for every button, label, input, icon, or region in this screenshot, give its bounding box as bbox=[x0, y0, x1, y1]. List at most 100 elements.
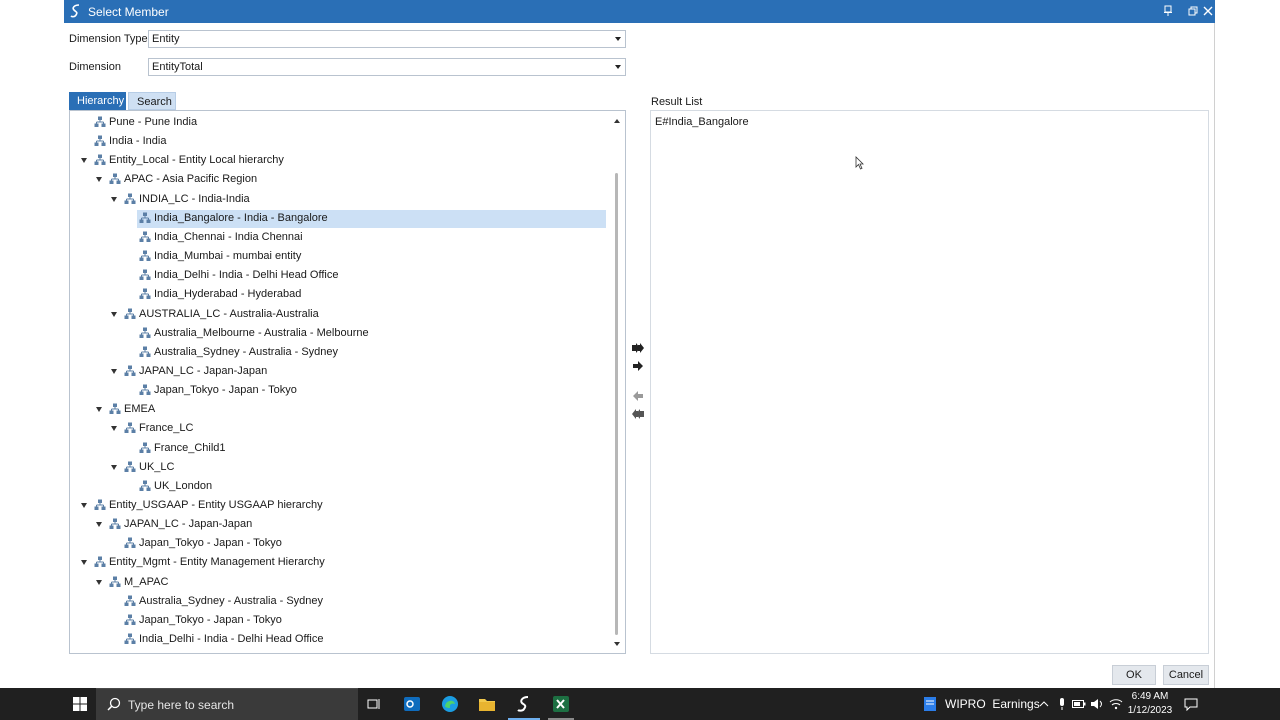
tree-node-label: India_Delhi - India - Delhi Head Office bbox=[139, 633, 324, 646]
tree-node-label: Japan_Tokyo - Japan - Tokyo bbox=[139, 537, 282, 550]
remove-all-button[interactable] bbox=[630, 407, 646, 421]
add-selected-button[interactable] bbox=[630, 359, 646, 373]
hierarchy-node-icon bbox=[139, 231, 151, 243]
expand-toggle-icon[interactable] bbox=[96, 177, 102, 183]
hierarchy-node-icon bbox=[94, 135, 106, 147]
title-bar: Select Member bbox=[64, 0, 1215, 23]
outlook-icon[interactable] bbox=[402, 694, 422, 714]
tree-node[interactable]: Australia_Sydney - Australia - Sydney bbox=[70, 344, 610, 362]
hierarchy-node-icon bbox=[94, 116, 106, 128]
hierarchy-node-icon bbox=[109, 518, 121, 530]
excel-icon[interactable] bbox=[551, 694, 571, 714]
expand-toggle-icon[interactable] bbox=[111, 368, 117, 374]
tree-node[interactable]: India_Delhi - India - Delhi Head Office bbox=[70, 267, 610, 285]
member-tree[interactable]: India_Delhi - India - Delhi Head Office J… bbox=[69, 110, 626, 654]
tree-node[interactable]: Australia_Sydney - Australia - Sydney bbox=[70, 593, 610, 611]
tree-node[interactable]: JAPAN_LC - Japan-Japan bbox=[70, 516, 610, 534]
tree-node[interactable]: JAPAN_LC - Japan-Japan bbox=[70, 363, 610, 381]
tree-node[interactable]: M_APAC bbox=[70, 574, 610, 592]
expand-toggle-icon[interactable] bbox=[81, 158, 87, 164]
tree-node[interactable]: AUSTRALIA_LC - Australia-Australia bbox=[70, 306, 610, 324]
tree-node[interactable]: India - India bbox=[70, 133, 610, 151]
expand-toggle-icon[interactable] bbox=[96, 407, 102, 413]
tree-node[interactable]: Entity_Mgmt - Entity Management Hierarch… bbox=[70, 554, 610, 572]
tree-node[interactable]: India_Mumbai - mumbai entity bbox=[70, 248, 610, 266]
expand-toggle-icon[interactable] bbox=[96, 522, 102, 528]
scroll-thumb[interactable] bbox=[615, 173, 618, 635]
tree-node[interactable]: Japan_Tokyo - Japan - Tokyo bbox=[70, 612, 610, 630]
tree-node[interactable]: Australia_Melbourne - Australia - Melbou… bbox=[70, 325, 610, 343]
tree-node[interactable]: Pune - Pune India bbox=[70, 114, 610, 132]
hierarchy-node-icon bbox=[139, 250, 151, 262]
clock-date: 1/12/2023 bbox=[1127, 705, 1173, 716]
tree-node[interactable]: APAC - Asia Pacific Region bbox=[70, 171, 610, 189]
hierarchy-node-icon bbox=[109, 173, 121, 185]
hierarchy-node-icon bbox=[124, 365, 136, 377]
tree-node-label: AUSTRALIA_LC - Australia-Australia bbox=[139, 307, 319, 320]
tree-node[interactable]: France_LC bbox=[70, 420, 610, 438]
tree-node[interactable]: Entity_USGAAP - Entity USGAAP hierarchy bbox=[70, 497, 610, 515]
expand-toggle-icon[interactable] bbox=[111, 311, 117, 317]
tree-node-label: India_Chennai - India Chennai bbox=[154, 230, 303, 243]
volume-icon[interactable] bbox=[1087, 694, 1107, 714]
restore-icon[interactable] bbox=[1185, 3, 1201, 19]
cancel-button[interactable]: Cancel bbox=[1163, 665, 1209, 685]
tree-node[interactable]: Entity_Local - Entity Local hierarchy bbox=[70, 152, 610, 170]
tree-node[interactable]: India_Delhi - India - Delhi Head Office bbox=[70, 631, 610, 649]
taskbar: Type here to search WIPRO Earnings 6:49 … bbox=[0, 688, 1280, 720]
tree-node[interactable]: India_Bangalore - India - Bangalore bbox=[70, 209, 610, 228]
expand-toggle-icon[interactable] bbox=[81, 560, 87, 566]
close-icon[interactable] bbox=[1200, 3, 1216, 19]
scroll-up-icon[interactable] bbox=[614, 119, 620, 123]
dimension-select[interactable]: EntityTotal bbox=[148, 58, 626, 76]
tree-node-label: APAC - Asia Pacific Region bbox=[124, 173, 258, 186]
tree-node[interactable]: India_Hyderabad - Hyderabad bbox=[70, 286, 610, 304]
edge-icon[interactable] bbox=[440, 694, 460, 714]
taskbar-search-input[interactable]: Type here to search bbox=[96, 688, 358, 720]
dimension-label: Dimension bbox=[69, 61, 121, 73]
tree-node[interactable]: INDIA_LC - India-India bbox=[70, 191, 610, 209]
file-explorer-icon[interactable] bbox=[477, 694, 497, 714]
expand-toggle-icon[interactable] bbox=[96, 579, 102, 585]
tree-node[interactable]: UK_LC bbox=[70, 459, 610, 477]
tree-node[interactable]: India_Chennai - India Chennai bbox=[70, 229, 610, 247]
onestream-app-icon[interactable] bbox=[514, 694, 534, 714]
tree-node[interactable]: Japan_Tokyo - Japan - Tokyo bbox=[70, 535, 610, 553]
pin-icon[interactable] bbox=[1160, 3, 1176, 19]
tree-node[interactable]: EMEA bbox=[70, 401, 610, 419]
tree-node[interactable]: Japan_Tokyo - Japan - Tokyo bbox=[70, 382, 610, 400]
notification-icon[interactable] bbox=[1181, 694, 1201, 714]
windows-start-icon[interactable] bbox=[70, 694, 90, 714]
tree-node[interactable]: UK_London bbox=[70, 478, 610, 496]
scroll-down-icon[interactable] bbox=[614, 642, 620, 646]
tree-node-label: Pune - Pune India bbox=[109, 116, 198, 128]
add-all-button[interactable] bbox=[630, 341, 646, 355]
hierarchy-node-icon bbox=[109, 576, 121, 588]
tree-node-label: INDIA_LC - India-India bbox=[139, 192, 250, 205]
ok-button[interactable]: OK bbox=[1112, 665, 1156, 685]
expand-toggle-icon[interactable] bbox=[81, 503, 87, 508]
chevron-up-icon[interactable] bbox=[1034, 694, 1054, 714]
tree-node[interactable]: France_Child1 bbox=[70, 440, 610, 458]
dimension-value: EntityTotal bbox=[152, 61, 203, 73]
news-ticker[interactable]: WIPRO Earnings bbox=[945, 697, 1040, 711]
battery-icon[interactable] bbox=[1069, 694, 1089, 714]
result-list-label: Result List bbox=[651, 96, 703, 108]
expand-toggle-icon[interactable] bbox=[111, 464, 117, 470]
dimension-type-select[interactable]: Entity bbox=[148, 30, 626, 48]
tree-node-label: JAPAN_LC - Japan-Japan bbox=[139, 364, 268, 377]
system-clock[interactable]: 6:49 AM 1/12/2023 bbox=[1124, 690, 1176, 718]
hierarchy-node-icon bbox=[139, 212, 151, 224]
remove-selected-button[interactable] bbox=[630, 389, 646, 403]
news-icon[interactable] bbox=[920, 694, 940, 714]
tab-hierarchy[interactable]: Hierarchy bbox=[69, 92, 126, 110]
expand-toggle-icon[interactable] bbox=[111, 426, 117, 432]
wifi-icon[interactable] bbox=[1106, 694, 1126, 714]
tree-scrollbar[interactable] bbox=[610, 111, 624, 653]
select-member-dialog: Select Member Dimension Type Entity Dime… bbox=[64, 0, 1215, 688]
task-view-icon[interactable] bbox=[364, 694, 384, 714]
tab-search[interactable]: Search bbox=[128, 92, 176, 110]
expand-toggle-icon[interactable] bbox=[111, 196, 117, 202]
result-list[interactable]: E#India_Bangalore bbox=[650, 110, 1209, 654]
result-item[interactable]: E#India_Bangalore bbox=[655, 116, 749, 128]
